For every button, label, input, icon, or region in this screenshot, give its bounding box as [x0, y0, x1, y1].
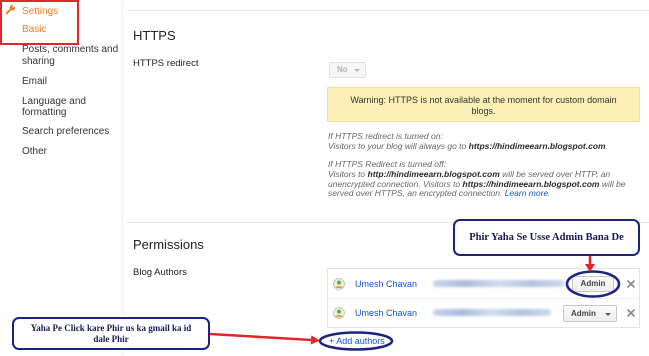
author-name-link[interactable]: Umesh Chavan	[355, 307, 417, 319]
sidebar-item-language-formatting[interactable]: Language and formatting	[22, 96, 122, 119]
https-warning-text: Warning: HTTPS is not available at the m…	[350, 94, 617, 116]
permissions-section-title: Permissions	[133, 237, 204, 252]
authors-row-divider	[328, 298, 639, 299]
sidebar-item-email[interactable]: Email	[22, 76, 122, 88]
redacted-email	[433, 280, 565, 287]
section-divider	[126, 10, 649, 11]
redacted-email	[433, 309, 551, 316]
author-role-value: Admin	[571, 309, 596, 318]
help-text: Visitors to	[328, 168, 368, 179]
sidebar-item-other[interactable]: Other	[22, 146, 122, 158]
content-left-border	[122, 0, 123, 356]
annotation-note-admin: Phir Yaha Se Usse Admin Bana De	[453, 219, 640, 256]
make-admin-button[interactable]: Admin	[572, 276, 614, 292]
help-url: http://hindimeearn.blogspot.com	[367, 168, 500, 179]
sidebar-settings-title[interactable]: Settings	[22, 5, 58, 18]
annotation-note-add-authors: Yaha Pe Click kare Phir us ka gmail ka i…	[12, 317, 210, 350]
https-section-title: HTTPS	[133, 28, 176, 43]
author-role-dropdown[interactable]: Admin	[563, 305, 617, 322]
help-text: Visitors to your blog will always go to	[328, 140, 469, 151]
avatar	[333, 307, 345, 319]
sidebar-item-posts-comments-sharing[interactable]: Posts, comments and sharing	[22, 44, 122, 67]
sidebar-item-basic[interactable]: Basic	[22, 24, 122, 36]
add-authors-link[interactable]: + Add authors	[329, 335, 385, 347]
help-text: served over HTTPS, an encrypted connecti…	[328, 188, 505, 199]
help-text: .	[605, 140, 608, 151]
close-icon[interactable]	[627, 280, 635, 288]
https-warning-banner: Warning: HTTPS is not available at the m…	[327, 87, 640, 122]
help-text: will be served over HTTP, an	[499, 168, 611, 179]
annotation-arrow-add-authors	[208, 332, 314, 342]
https-redirect-label: HTTPS redirect	[133, 58, 199, 69]
https-redirect-select[interactable]: No	[329, 62, 366, 78]
avatar	[333, 278, 345, 290]
help-on-line: Visitors to your blog will always go to …	[328, 140, 625, 152]
help-url: https://hindimeearn.blogspot.com	[462, 178, 600, 189]
blog-authors-label: Blog Authors	[133, 267, 187, 278]
help-url: https://hindimeearn.blogspot.com	[468, 140, 606, 151]
annotation-note-text: Yaha Pe Click kare Phir us ka gmail ka i…	[30, 323, 192, 344]
wrench-icon	[5, 4, 16, 15]
https-help-text: If HTTPS redirect is turned on: Visitors…	[328, 131, 626, 199]
chevron-down-icon	[605, 312, 611, 316]
help-off-line: served over HTTPS, an encrypted connecti…	[328, 189, 625, 199]
help-text: unencrypted connection. Visitors to	[328, 178, 463, 189]
sidebar-item-search-preferences[interactable]: Search preferences	[22, 126, 122, 138]
chevron-down-icon	[354, 68, 360, 72]
help-text: will be	[599, 178, 626, 189]
author-name-link[interactable]: Umesh Chavan	[355, 278, 417, 290]
https-redirect-value: No	[337, 65, 348, 74]
learn-more-link[interactable]: Learn more.	[505, 188, 551, 199]
close-icon[interactable]	[627, 309, 635, 317]
annotation-arrowhead-add-authors	[310, 335, 320, 345]
